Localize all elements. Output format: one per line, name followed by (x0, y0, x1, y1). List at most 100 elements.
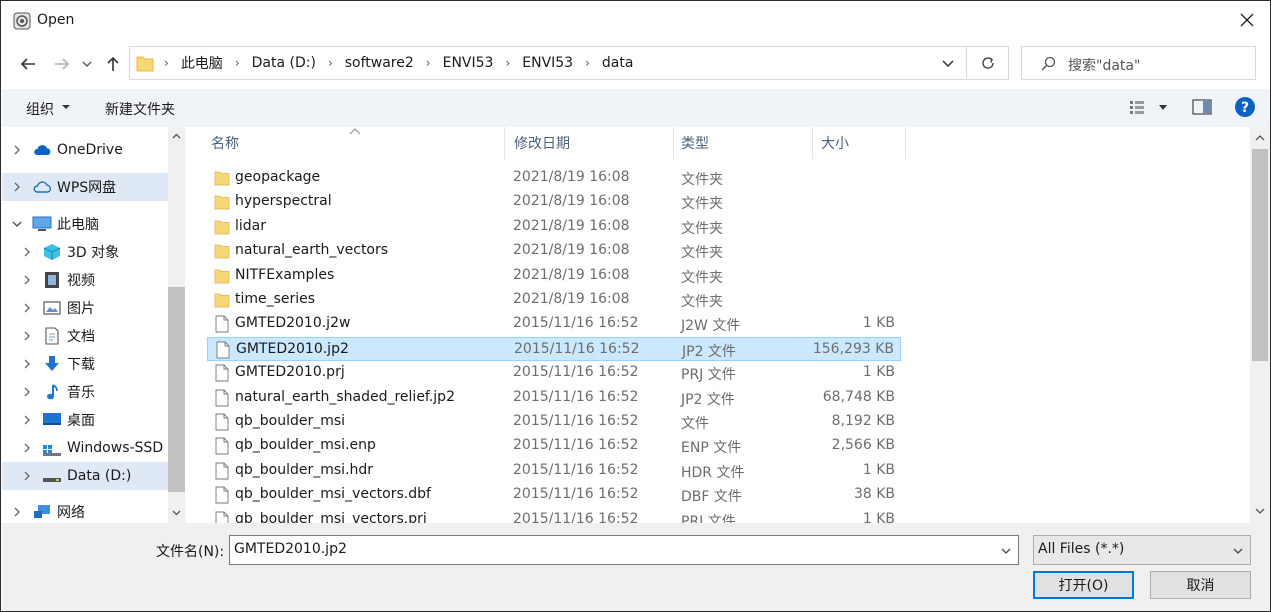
file-row[interactable]: qb_boulder_msi.enp 2015/11/16 16:52 ENP 文件… (207, 434, 901, 458)
filename-label: 文件名(N): (156, 544, 225, 560)
column-divider[interactable] (673, 127, 674, 159)
breadcrumb-separator-icon[interactable]: › (579, 56, 596, 70)
nav-item-desktop[interactable]: 桌面 (2, 406, 168, 434)
preview-pane-icon[interactable] (1192, 99, 1212, 115)
column-header-size[interactable]: 大小 (821, 127, 901, 159)
file-row[interactable]: qb_boulder_msi 2015/11/16 16:52 文件 8,192 KB (207, 410, 901, 434)
open-button[interactable]: 打开(O) (1033, 571, 1134, 599)
file-row[interactable]: qb_boulder_msi_vectors.prj 2015/11/16 16:… (207, 508, 901, 523)
recent-locations-button[interactable] (77, 51, 97, 77)
file-row[interactable]: lidar 2021/8/19 16:08 文件夹 (207, 215, 901, 239)
cancel-button[interactable]: 取消 (1150, 571, 1251, 599)
forward-button[interactable] (49, 51, 75, 77)
breadcrumb-item[interactable]: software2 (339, 55, 420, 71)
file-row[interactable]: GMTED2010.prj 2015/11/16 16:52 PRJ 文件 1 KB (207, 361, 901, 385)
nav-item-label: OneDrive (57, 142, 123, 158)
column-header-type[interactable]: 类型 (681, 127, 801, 159)
file-list-scrollbar[interactable] (1250, 127, 1270, 523)
chevron-right-icon[interactable] (22, 247, 32, 257)
chevron-down-icon[interactable] (1000, 545, 1012, 557)
breadcrumb-separator-icon[interactable]: › (322, 56, 339, 70)
nav-item-network[interactable]: 网络 (2, 498, 168, 523)
scroll-up-icon[interactable] (171, 131, 182, 142)
chevron-down-icon[interactable] (12, 219, 22, 229)
file-date: 2021/8/19 16:08 (513, 291, 630, 307)
breadcrumb-item[interactable]: ENVI53 (516, 55, 579, 71)
file-row[interactable]: GMTED2010.j2w 2015/11/16 16:52 J2W 文件 1 KB (207, 312, 901, 336)
chevron-right-icon[interactable] (22, 275, 32, 285)
scroll-up-icon[interactable] (1254, 132, 1266, 144)
breadcrumb-separator-icon[interactable]: › (158, 56, 175, 70)
chevron-right-icon[interactable] (22, 387, 32, 397)
open-dialog: Open › 此电脑 › Data (D:) › software2 › ENV… (0, 0, 1271, 612)
nav-item-documents[interactable]: 文档 (2, 322, 168, 350)
address-dropdown-icon[interactable] (940, 55, 956, 71)
column-header-date[interactable]: 修改日期 (514, 127, 664, 159)
file-row[interactable]: qb_boulder_msi.hdr 2015/11/16 16:52 HDR 文件… (207, 459, 901, 483)
chevron-right-icon[interactable] (12, 145, 22, 155)
breadcrumb-item[interactable]: ENVI53 (437, 55, 500, 71)
file-size: 8,192 KB (831, 413, 895, 429)
chevron-right-icon[interactable] (22, 415, 32, 425)
back-button[interactable] (15, 51, 41, 77)
up-button[interactable] (100, 51, 126, 77)
chevron-right-icon[interactable] (12, 507, 22, 517)
nav-item-wps[interactable]: WPS网盘 (2, 173, 168, 201)
chevron-right-icon[interactable] (22, 303, 32, 313)
organize-button[interactable]: 组织 (26, 99, 54, 119)
search-box[interactable]: 搜索"data" (1021, 46, 1256, 80)
nav-scroll-thumb[interactable] (168, 287, 185, 492)
chevron-right-icon[interactable] (22, 471, 32, 481)
nav-item-data-drive[interactable]: Data (D:) (2, 462, 168, 490)
refresh-button[interactable] (967, 46, 1009, 80)
address-bar[interactable]: › 此电脑 › Data (D:) › software2 › ENVI53 ›… (129, 46, 967, 80)
nav-item-onedrive[interactable]: OneDrive (2, 136, 168, 164)
nav-item-3d-objects[interactable]: 3D 对象 (2, 238, 168, 266)
file-row[interactable]: GMTED2010.jp2 2015/11/16 16:52 JP2 文件 156,2… (207, 336, 901, 361)
chevron-right-icon[interactable] (22, 331, 32, 341)
chevron-right-icon[interactable] (22, 443, 32, 453)
filename-input[interactable]: GMTED2010.jp2 (229, 535, 1019, 565)
nav-item-windows-ssd[interactable]: Windows-SSD (2, 434, 168, 462)
chevron-right-icon[interactable] (12, 182, 22, 192)
column-header-name[interactable]: 名称 (211, 127, 501, 159)
breadcrumb-separator-icon[interactable]: › (499, 56, 516, 70)
desktop-icon (43, 413, 61, 425)
file-row[interactable]: NITFExamples 2021/8/19 16:08 文件夹 (207, 264, 901, 288)
file-row[interactable]: natural_earth_vectors 2021/8/19 16:08 文件夹 (207, 239, 901, 263)
nav-item-music[interactable]: 音乐 (2, 378, 168, 406)
breadcrumb-separator-icon[interactable]: › (229, 56, 246, 70)
breadcrumb-item[interactable]: 此电脑 (175, 53, 229, 73)
file-row[interactable]: geopackage 2021/8/19 16:08 文件夹 (207, 166, 901, 190)
column-divider[interactable] (504, 127, 505, 159)
file-row[interactable]: time_series 2021/8/19 16:08 文件夹 (207, 288, 901, 312)
nav-item-downloads[interactable]: 下载 (2, 350, 168, 378)
scroll-down-icon[interactable] (171, 507, 182, 518)
column-header-label: 大小 (821, 136, 849, 152)
nav-item-pictures[interactable]: 图片 (2, 294, 168, 322)
file-row[interactable]: hyperspectral 2021/8/19 16:08 文件夹 (207, 190, 901, 214)
breadcrumb-item[interactable]: data (596, 55, 640, 71)
breadcrumb-item[interactable]: Data (D:) (246, 55, 322, 71)
breadcrumb-separator-icon[interactable]: › (420, 56, 437, 70)
chevron-down-icon[interactable] (1232, 545, 1244, 557)
cloud-icon (34, 145, 51, 155)
file-row[interactable]: natural_earth_shaded_relief.jp2 2015/11/1… (207, 386, 901, 410)
file-list-scroll-thumb[interactable] (1252, 149, 1268, 361)
filetype-select[interactable]: All Files (*.*) (1033, 535, 1251, 565)
view-options-icon[interactable] (1129, 99, 1169, 117)
nav-item-this-pc[interactable]: 此电脑 (2, 210, 168, 238)
file-row[interactable]: qb_boulder_msi_vectors.dbf 2015/11/16 16:… (207, 483, 901, 507)
help-icon[interactable]: ? (1234, 96, 1256, 118)
chevron-right-icon[interactable] (22, 359, 32, 369)
nav-scrollbar[interactable] (168, 127, 185, 523)
column-divider[interactable] (812, 127, 813, 159)
nav-item-label: 视频 (67, 273, 95, 289)
column-divider[interactable] (905, 127, 906, 159)
scroll-down-icon[interactable] (1254, 505, 1266, 517)
search-input[interactable]: 搜索"data" (1068, 55, 1140, 75)
caret-down-icon[interactable] (61, 102, 71, 112)
close-icon[interactable] (1236, 9, 1258, 31)
new-folder-button[interactable]: 新建文件夹 (105, 99, 175, 119)
nav-item-videos[interactable]: 视频 (2, 266, 168, 294)
